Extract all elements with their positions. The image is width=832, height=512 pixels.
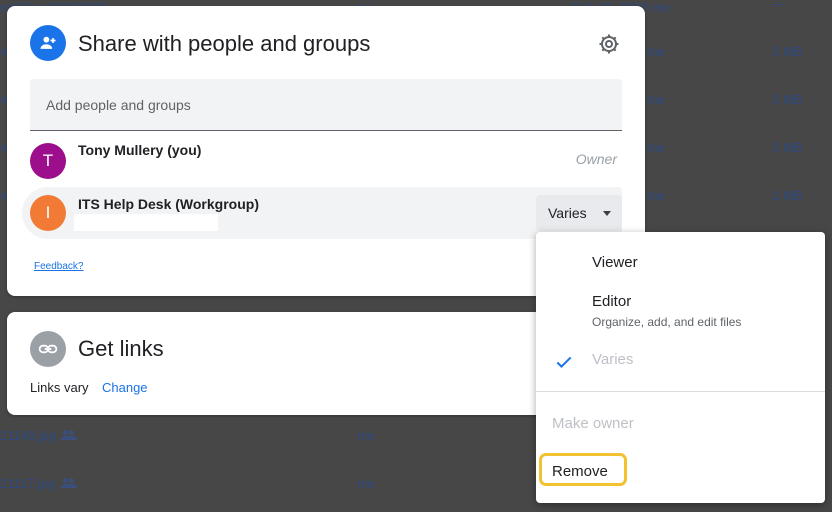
remove-highlight-annotation [539,453,627,486]
menu-divider [536,391,825,392]
file-size: — [772,0,785,11]
avatar: T [30,143,66,179]
file-owner: me [357,428,376,443]
links-status: Links vary [30,380,89,395]
file-owner: me [647,188,666,203]
dialog-title: Share with people and groups [78,31,371,56]
feedback-link[interactable]: Feedback? [34,261,83,272]
change-link-button[interactable]: Change [102,380,148,395]
person-add-icon [30,25,66,61]
redacted-email [74,214,218,231]
role-menu: Viewer Editor Organize, add, and edit fi… [536,232,825,503]
shared-people-icon [61,478,77,488]
file-owner: me [647,92,666,107]
file-name: 21117.jpg [0,476,56,491]
check-icon [556,356,572,368]
add-people-input[interactable] [30,79,622,130]
menu-item-editor[interactable]: Editor Organize, add, and edit files [536,288,825,340]
file-owner: me [647,140,666,155]
caret-down-icon [602,210,611,216]
shared-people-icon [61,430,77,440]
avatar: I [30,195,66,231]
file-size: 3 MB [772,140,803,155]
gear-icon[interactable] [597,32,621,56]
person-row-workgroup: I ITS Help Desk (Workgroup) [22,187,622,239]
person-row-owner: T Tony Mullery (you) Owner [22,135,622,187]
person-name: ITS Help Desk (Workgroup) [78,196,259,212]
get-links-title: Get links [78,336,164,361]
role-dropdown-button[interactable]: Varies [536,195,622,231]
menu-item-label: Make owner [552,415,634,432]
file-owner: me [647,44,666,59]
person-name: Tony Mullery (you) [78,142,202,158]
owner-role-label: Owner [575,151,617,167]
role-dropdown-label: Varies [548,205,587,221]
menu-item-label: Editor [592,293,632,310]
menu-item-label: Viewer [592,254,638,271]
menu-item-viewer[interactable]: Viewer [536,244,825,280]
file-size: 1 MB [772,188,803,203]
add-people-field[interactable] [30,79,622,131]
file-size: 3 MB [772,92,803,107]
menu-item-make-owner: Make owner [536,404,825,440]
menu-item-description: Organize, add, and edit files [592,315,742,329]
file-size: 3 MB [772,44,803,59]
menu-item-varies: Varies [536,344,825,380]
link-icon [30,331,66,367]
file-name: 21148.jpg [0,428,57,443]
menu-item-label: Varies [592,351,634,368]
file-owner: me [357,476,376,491]
